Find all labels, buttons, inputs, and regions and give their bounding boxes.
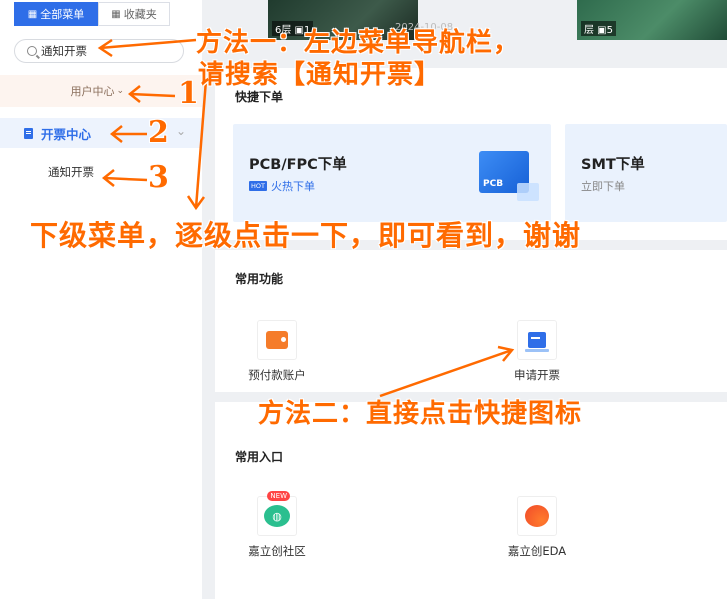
annotation-submenu-tip: 下级菜单，逐级点击一下，即可看到，谢谢 xyxy=(30,219,582,252)
annotation-method1-line2: 请搜索【通知开票】 xyxy=(198,60,442,90)
arrow-to-search xyxy=(99,38,197,50)
annotation-method2: 方法二：直接点击快捷图标 xyxy=(258,399,583,429)
arrow-to-apply-invoice xyxy=(379,348,513,398)
arrow-to-user-center xyxy=(129,92,176,98)
annotation-step-3: 3 xyxy=(148,160,169,195)
annotation-step-2: 2 xyxy=(148,115,169,150)
annotation-step-1: 1 xyxy=(178,76,199,111)
arrow-to-subitem xyxy=(103,176,148,182)
